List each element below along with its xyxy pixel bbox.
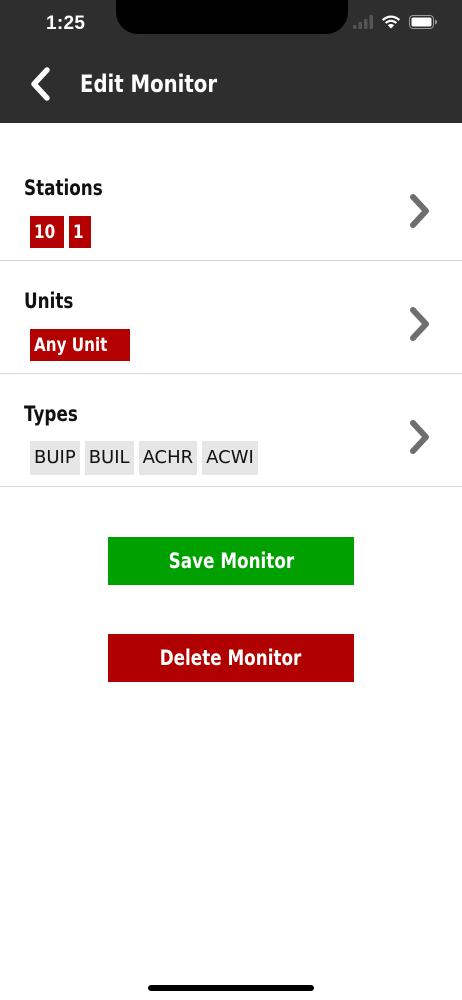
types-row[interactable]: Types BUIP BUIL ACHR ACWI [0,374,462,487]
chevron-left-icon [31,67,50,101]
status-icons [353,14,438,29]
stations-title: Stations [24,176,103,200]
wifi-icon [381,15,401,29]
chevron-right-icon [410,420,429,454]
type-tag: ACWI [202,441,258,475]
battery-icon [409,14,437,29]
station-tag: 1 [69,216,91,248]
type-tag: BUIL [84,441,134,475]
units-row[interactable]: Units Any Unit [0,261,462,374]
home-indicator[interactable] [148,985,314,991]
save-monitor-button[interactable]: Save Monitor [108,537,354,585]
back-button[interactable] [18,62,62,106]
stations-row[interactable]: Stations 10 1 [0,148,462,261]
type-tag: BUIP [30,441,80,475]
chevron-right-icon [410,307,429,341]
types-title: Types [24,402,78,426]
save-monitor-label: Save Monitor [168,549,294,573]
delete-monitor-label: Delete Monitor [160,646,302,670]
delete-monitor-button[interactable]: Delete Monitor [108,634,354,682]
device-notch [116,0,348,34]
unit-tag: Any Unit [30,329,130,361]
signal-icon [353,14,373,29]
status-time: 1:25 [46,13,86,34]
units-tags: Any Unit [30,329,130,361]
station-tag: 10 [30,216,65,248]
navigation-bar: 1:25 Edit Monitor [0,0,462,123]
edit-monitor-screen: 1:25 Edit Monitor Stations 10 1 Units An… [0,0,462,1000]
units-title: Units [24,289,74,313]
stations-tags: 10 1 [30,216,91,248]
types-tags: BUIP BUIL ACHR ACWI [30,441,258,475]
chevron-right-icon [410,194,429,228]
type-tag: ACHR [138,441,198,475]
page-title: Edit Monitor [80,70,218,98]
